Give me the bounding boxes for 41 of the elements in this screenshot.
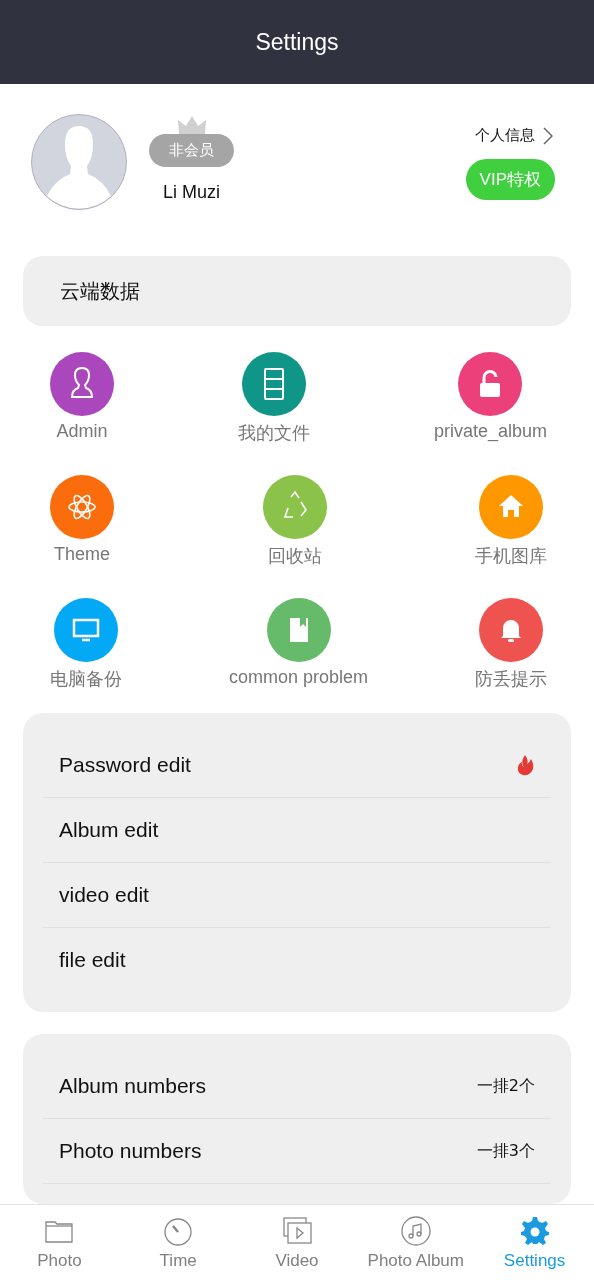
crown-icon	[175, 114, 208, 136]
nav-tab[interactable]: Photo Album	[356, 1205, 476, 1280]
shortcut-label[interactable]: 电脑备份	[50, 667, 122, 691]
menu-item[interactable]: video edit	[59, 883, 149, 907]
atom-icon[interactable]	[50, 475, 114, 539]
menu-item[interactable]: Photo numbers	[59, 1139, 202, 1163]
menu-item[interactable]: Password edit	[59, 753, 191, 777]
shortcut-label[interactable]: Admin	[56, 421, 108, 442]
nav-tab[interactable]: Photo	[0, 1205, 119, 1280]
menu-item[interactable]: Album numbers	[59, 1074, 207, 1098]
shortcut-label[interactable]: private_album	[433, 421, 547, 442]
shortcut-label[interactable]: 回收站	[267, 544, 322, 568]
video-icon	[281, 1214, 313, 1247]
cabinet-icon[interactable]	[241, 352, 306, 416]
shortcut-label[interactable]: 防丢提示	[475, 667, 547, 691]
shortcut-label[interactable]: 我的文件	[237, 421, 310, 445]
menu-value: 一排2个	[476, 1075, 535, 1097]
shortcut-label[interactable]: Theme	[54, 544, 110, 565]
shortcut-label[interactable]: common problem	[228, 667, 369, 688]
monitor-icon[interactable]	[54, 598, 118, 662]
cloud-data-item[interactable]: 云端数据	[23, 256, 571, 326]
home-icon[interactable]	[479, 475, 543, 539]
nav-tab[interactable]: Video	[237, 1205, 357, 1280]
profile-info-link[interactable]: 个人信息	[475, 126, 553, 145]
menu-item[interactable]: file edit	[59, 948, 126, 972]
menu-item[interactable]: Album edit	[59, 818, 159, 842]
user-icon[interactable]	[50, 352, 114, 416]
nav-tab[interactable]: Settings	[475, 1205, 594, 1280]
avatar[interactable]	[31, 114, 127, 210]
unlock-icon[interactable]	[458, 352, 523, 416]
menu-value: 一排3个	[476, 1140, 535, 1162]
chevron-right-icon	[543, 126, 553, 145]
user-name: Li Muzi	[163, 182, 220, 203]
book-icon[interactable]	[266, 598, 331, 662]
settings-icon	[518, 1214, 551, 1247]
music-icon	[399, 1214, 432, 1247]
membership-badge: 非会员	[149, 134, 234, 167]
shortcut-label[interactable]: 手机图库	[475, 544, 547, 568]
page-title: Settings	[255, 28, 339, 56]
nav-tab[interactable]: Time	[118, 1205, 238, 1280]
bell-icon[interactable]	[479, 598, 543, 662]
